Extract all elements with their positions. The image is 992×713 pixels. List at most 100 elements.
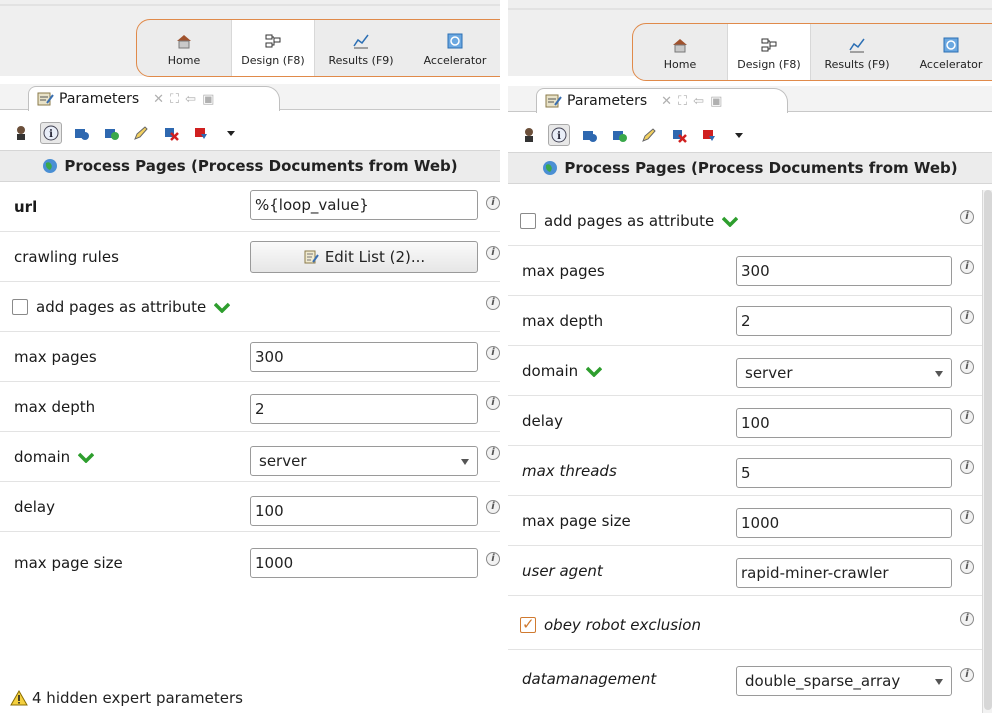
parameter-toolbar: i [508,116,992,154]
svg-text:i: i [557,131,561,142]
domain-select[interactable]: server [250,446,478,476]
edit-button[interactable] [130,122,152,144]
edit-button[interactable] [638,124,660,146]
operator-info-button[interactable] [70,122,92,144]
max-page-size-input[interactable]: 1000 [250,548,478,578]
info-icon[interactable]: i [486,446,500,460]
parameter-toolbar: i [0,114,500,152]
restore-icon[interactable]: ▣ [710,94,722,109]
edit-list-button[interactable]: Edit List (2)... [250,241,478,273]
breakpoint-button[interactable] [698,124,720,146]
close-icon[interactable]: ✕ [661,94,672,109]
remove-button[interactable] [668,124,690,146]
pin-icon[interactable]: ⇦ [693,94,704,109]
info-button[interactable]: i [40,122,62,144]
info-button[interactable]: i [548,124,570,146]
accelerator-perspective-button[interactable]: Accelerator [903,24,992,80]
user-agent-input[interactable]: rapid-miner-crawler [736,558,952,588]
breakpoint-icon [195,128,207,139]
remove-icon [165,128,179,141]
hidden-expert-notice[interactable]: 4 hidden expert parameters [10,687,243,709]
breakpoint-icon [703,130,715,141]
info-icon[interactable]: i [486,346,500,360]
maximize-icon[interactable]: ⛶ [170,92,179,107]
design-icon [265,34,281,48]
info-icon[interactable]: i [960,360,974,374]
tab-label: Parameters [59,91,140,107]
info-icon[interactable]: i [960,460,974,474]
delay-input[interactable]: 100 [250,496,478,526]
param-row-add-pages: add pages as attribute i [0,282,500,332]
tab-parameters[interactable]: Parameters ✕ ⛶ ⇦ ▣ [28,86,280,111]
caret-down-icon [227,131,235,136]
add-pages-label: add pages as attribute [544,196,739,246]
info-icon[interactable]: i [960,560,974,574]
maximize-icon[interactable]: ⛶ [678,94,687,109]
tab-strip: Parameters ✕ ⛶ ⇦ ▣ [508,86,992,113]
info-icon: i [43,125,59,141]
breakpoint-button[interactable] [190,122,212,144]
param-row-domain: domain server i [508,346,992,396]
pin-icon[interactable]: ⇦ [185,92,196,107]
home-perspective-button[interactable]: Home [633,24,727,80]
param-row-max-depth: max depth 2 i [0,382,500,432]
operator-info-button[interactable] [578,124,600,146]
max-pages-input[interactable]: 300 [250,342,478,372]
url-label: url [14,198,38,216]
info-icon[interactable]: i [960,410,974,424]
design-perspective-button[interactable]: Design (F8) [727,24,811,80]
delay-label: delay [14,498,55,516]
accelerator-perspective-button[interactable]: Accelerator [407,20,500,76]
max-pages-input[interactable]: 300 [736,256,952,286]
vertical-scrollbar[interactable] [982,190,992,713]
delay-input[interactable]: 100 [736,408,952,438]
info-icon[interactable]: i [486,296,500,310]
accelerator-icon [943,37,959,53]
param-row-max-threads: max threads 5 i [508,446,992,496]
info-icon[interactable]: i [960,260,974,274]
url-input[interactable]: %{loop_value} [250,190,478,220]
tab-parameters[interactable]: Parameters ✕ ⛶ ⇦ ▣ [536,88,788,113]
results-perspective-button[interactable]: Results (F9) [315,20,407,76]
delay-label: delay [522,412,563,430]
expert-mode-button[interactable] [518,124,540,146]
green-chevron-icon [78,452,95,463]
max-depth-input[interactable]: 2 [250,394,478,424]
info-icon[interactable]: i [960,668,974,682]
obey-robot-label: obey robot exclusion [544,616,701,634]
info-icon[interactable]: i [960,210,974,224]
info-icon[interactable]: i [486,246,500,260]
svg-text:i: i [49,129,53,140]
info-icon[interactable]: i [486,196,500,210]
design-perspective-button[interactable]: Design (F8) [231,20,315,76]
max-depth-input[interactable]: 2 [736,306,952,336]
info-icon[interactable]: i [960,510,974,524]
info-icon[interactable]: i [960,310,974,324]
add-pages-checkbox[interactable] [520,213,536,229]
param-row-add-pages: add pages as attribute i [508,196,992,246]
info-icon: i [551,127,567,143]
remove-button[interactable] [160,122,182,144]
obey-robot-checkbox[interactable] [520,615,536,633]
add-pages-checkbox[interactable] [12,299,28,315]
domain-select[interactable]: server [736,358,952,388]
param-row-user-agent: user agent rapid-miner-crawler i [508,546,992,596]
home-perspective-button[interactable]: Home [137,20,231,76]
more-dropdown-button[interactable] [220,122,242,144]
max-page-size-input[interactable]: 1000 [736,508,952,538]
enable-operator-button[interactable] [100,122,122,144]
close-icon[interactable]: ✕ [153,92,164,107]
restore-icon[interactable]: ▣ [202,92,214,107]
scrollbar-thumb[interactable] [984,190,992,710]
info-icon[interactable]: i [486,500,500,514]
operator-title: Process Pages (Process Documents from We… [0,150,500,182]
datamanagement-select[interactable]: double_sparse_array [736,666,952,696]
results-perspective-button[interactable]: Results (F9) [811,24,903,80]
expert-mode-button[interactable] [10,122,32,144]
max-threads-input[interactable]: 5 [736,458,952,488]
enable-operator-button[interactable] [608,124,630,146]
more-dropdown-button[interactable] [728,124,750,146]
info-icon[interactable]: i [960,612,974,626]
info-icon[interactable]: i [486,396,500,410]
info-icon[interactable]: i [486,552,500,566]
